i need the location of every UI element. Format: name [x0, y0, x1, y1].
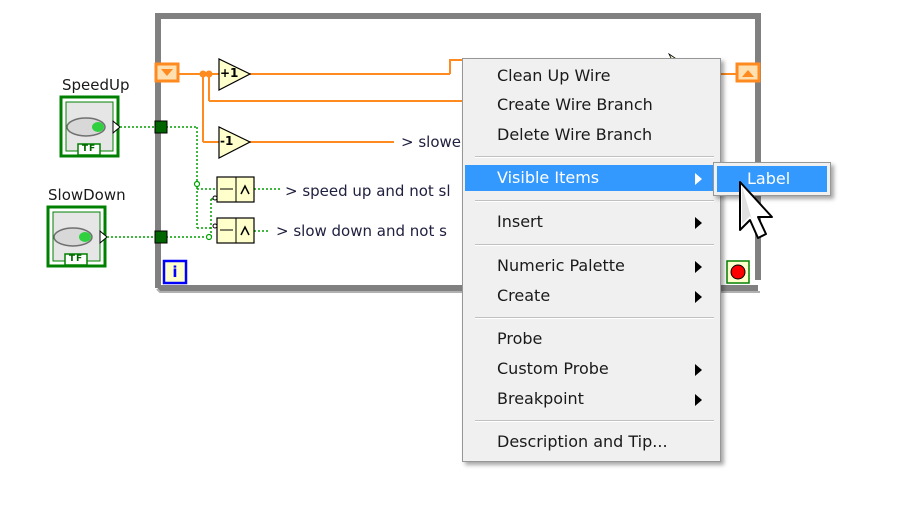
iteration-symbol: i — [172, 263, 178, 281]
wire-junction — [199, 70, 207, 78]
submenu-arrow-icon — [695, 261, 702, 273]
menu-item-create-wire-branch[interactable]: Create Wire Branch — [465, 92, 718, 118]
menu-item-visible-items[interactable]: Visible Items — [465, 165, 718, 191]
wire-junction — [205, 233, 213, 241]
wire-label-slow-down[interactable]: > slow down and not s — [276, 222, 447, 240]
menu-item-probe[interactable]: Probe — [465, 326, 718, 352]
loop-condition-terminal[interactable] — [726, 260, 750, 284]
menu-item-label: Probe — [497, 329, 543, 348]
menu-separator — [475, 420, 714, 422]
submenu-arrow-icon — [695, 394, 702, 406]
and-not-node-2[interactable] — [212, 217, 255, 244]
context-menu: Clean Up Wire Create Wire Branch Delete … — [462, 58, 721, 462]
submenu-arrow-icon — [695, 173, 702, 185]
menu-item-delete-wire-branch[interactable]: Delete Wire Branch — [465, 122, 718, 148]
menu-item-insert[interactable]: Insert — [465, 209, 718, 235]
menu-item-numeric-palette[interactable]: Numeric Palette — [465, 253, 718, 279]
menu-item-label: Description and Tip... — [497, 432, 668, 451]
wire-label-speed-up[interactable]: > speed up and not sl — [285, 182, 451, 200]
speedup-label: SpeedUp — [62, 76, 130, 94]
menu-item-label: Create — [497, 286, 551, 305]
menu-item-label: Clean Up Wire — [497, 66, 611, 85]
slowdown-label: SlowDown — [48, 186, 126, 204]
menu-item-clean-up-wire[interactable]: Clean Up Wire — [465, 63, 718, 89]
submenu-arrow-icon — [695, 291, 702, 303]
wire-label-slower[interactable]: > slowe — [401, 133, 461, 151]
loop-tunnel[interactable] — [154, 230, 168, 244]
menu-separator — [475, 156, 714, 158]
slowdown-type-tag: TF — [68, 254, 84, 264]
menu-item-description-and-tip[interactable]: Description and Tip... — [465, 429, 718, 455]
menu-separator — [475, 317, 714, 319]
menu-item-label: Delete Wire Branch — [497, 125, 653, 144]
menu-item-label: Numeric Palette — [497, 256, 625, 275]
menu-item-label: Custom Probe — [497, 359, 609, 378]
submenu-arrow-icon — [695, 217, 702, 229]
shift-register-right[interactable] — [735, 62, 761, 83]
block-diagram — [46, 13, 761, 293]
wire-junction — [193, 180, 201, 188]
wire-junction — [205, 70, 213, 78]
menu-item-breakpoint[interactable]: Breakpoint — [465, 386, 718, 412]
menu-separator — [475, 244, 714, 246]
mouse-cursor-icon — [739, 181, 773, 239]
menu-item-label: Visible Items — [497, 168, 600, 187]
menu-item-label: Breakpoint — [497, 389, 584, 408]
submenu-arrow-icon — [695, 364, 702, 376]
menu-item-custom-probe[interactable]: Custom Probe — [465, 356, 718, 382]
menu-item-label: Insert — [497, 212, 543, 231]
shift-register-left[interactable] — [154, 62, 180, 83]
menu-item-label: Create Wire Branch — [497, 95, 653, 114]
and-not-node-1[interactable] — [212, 176, 255, 203]
loop-tunnel[interactable] — [154, 120, 168, 134]
decrement-symbol: -1 — [220, 134, 234, 148]
menu-separator — [475, 200, 714, 202]
menu-item-create[interactable]: Create — [465, 283, 718, 309]
increment-symbol: +1 — [220, 66, 239, 80]
speedup-type-tag: TF — [81, 144, 97, 154]
